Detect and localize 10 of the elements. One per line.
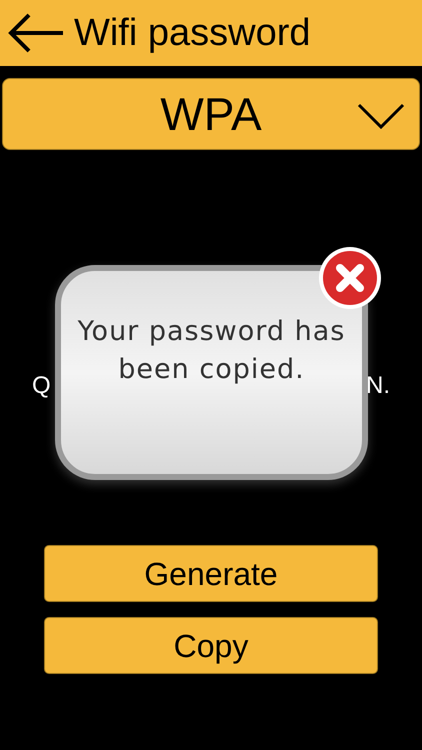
header-title: Wifi password xyxy=(74,14,310,52)
back-arrow-icon xyxy=(7,11,65,55)
dialog-message: Your password has been copied. xyxy=(76,315,346,387)
password-text: Q xyxy=(32,371,51,401)
action-button[interactable]: Generate xyxy=(44,545,378,602)
password-text: N. xyxy=(366,371,390,401)
security-dropdown[interactable]: WPA xyxy=(2,78,420,150)
action-button[interactable]: Copy xyxy=(44,617,378,674)
close-icon xyxy=(323,251,377,305)
chevron-down-icon xyxy=(357,103,405,129)
